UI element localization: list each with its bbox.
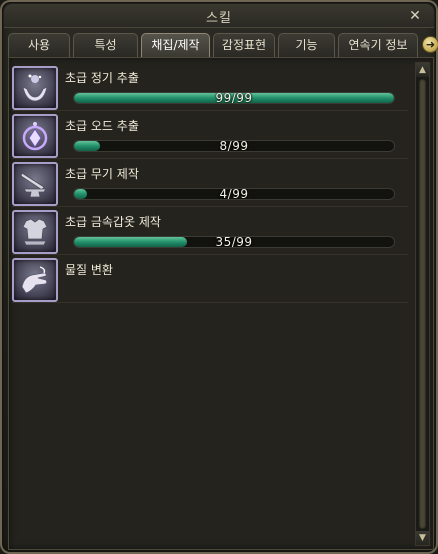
scroll-down-icon[interactable]: ▼	[416, 531, 429, 545]
tab-use[interactable]: 사용	[8, 33, 70, 57]
anvil-sword-icon	[12, 162, 58, 206]
skill-list-panel: 초급 정기 추출 99/99 초급 오드 추출 8/99 초급 무기 제작 4/…	[8, 57, 434, 550]
hand-transmute-icon	[12, 258, 58, 302]
skill-name: 초급 오드 추출	[65, 119, 139, 133]
skill-row[interactable]: 초급 금속갑옷 제작 35/99	[12, 209, 408, 255]
tab-gathering-crafting[interactable]: 채집/제작	[141, 33, 210, 57]
tab-next-arrow-icon[interactable]: ➜	[422, 36, 438, 53]
skill-name: 물질 변환	[65, 263, 113, 277]
cupped-hands-icon	[12, 66, 58, 110]
skill-name: 초급 무기 제작	[65, 167, 139, 181]
skill-progress-text: 8/99	[219, 140, 249, 152]
skill-progress-text: 4/99	[219, 188, 249, 200]
skill-row[interactable]: 초급 오드 추출 8/99	[12, 113, 408, 159]
skill-row[interactable]: 초급 무기 제작 4/99	[12, 161, 408, 207]
tab-emotes[interactable]: 감정표현	[213, 33, 275, 57]
close-icon[interactable]: ✕	[408, 9, 422, 23]
skill-progress-bar: 8/99	[73, 140, 395, 152]
scrollbar-thumb[interactable]	[419, 79, 426, 529]
skill-progress-bar: 4/99	[73, 188, 395, 200]
scrollbar[interactable]: ▲ ▼	[415, 62, 430, 546]
odd-crystal-icon	[12, 114, 58, 158]
skill-progress-text: 35/99	[215, 236, 253, 248]
tab-functions[interactable]: 기능	[278, 33, 335, 57]
tab-traits[interactable]: 특성	[73, 33, 138, 57]
skill-window: 스킬 ✕ 사용 특성 채집/제작 감정표현 기능 연속기 정보 ➜ 초급 정기 …	[0, 0, 438, 554]
scroll-up-icon[interactable]: ▲	[416, 63, 429, 77]
skill-progress-text: 99/99	[215, 92, 253, 104]
skill-row[interactable]: 초급 정기 추출 99/99	[12, 65, 408, 111]
skill-name: 초급 금속갑옷 제작	[65, 215, 161, 229]
skill-row[interactable]: 물질 변환	[12, 257, 408, 303]
skill-name: 초급 정기 추출	[65, 71, 139, 85]
plate-armor-icon	[12, 210, 58, 254]
tab-combo-info[interactable]: 연속기 정보	[338, 33, 418, 57]
skill-progress-bar: 99/99	[73, 92, 395, 104]
skill-progress-bar: 35/99	[73, 236, 395, 248]
window-title: 스킬	[206, 11, 232, 26]
tab-bar: 사용 특성 채집/제작 감정표현 기능 연속기 정보 ➜	[8, 33, 438, 57]
title-bar[interactable]: 스킬 ✕	[4, 4, 434, 28]
